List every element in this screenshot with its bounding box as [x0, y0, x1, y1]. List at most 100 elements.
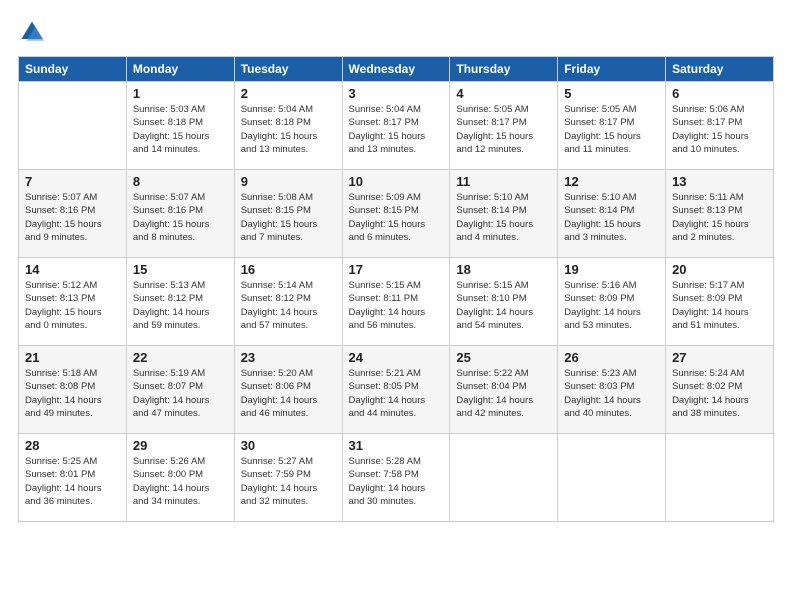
day-info: Sunrise: 5:10 AM Sunset: 8:14 PM Dayligh… [564, 191, 659, 244]
day-info: Sunrise: 5:28 AM Sunset: 7:58 PM Dayligh… [349, 455, 444, 508]
day-info: Sunrise: 5:20 AM Sunset: 8:06 PM Dayligh… [241, 367, 336, 420]
day-cell: 9 Sunrise: 5:08 AM Sunset: 8:15 PM Daylig… [234, 170, 342, 258]
day-info: Sunrise: 5:10 AM Sunset: 8:14 PM Dayligh… [456, 191, 551, 244]
day-cell [666, 434, 774, 522]
day-number: 17 [349, 262, 444, 277]
day-cell: 23 Sunrise: 5:20 AM Sunset: 8:06 PM Dayli… [234, 346, 342, 434]
day-cell: 11Sunrise: 5:10 AM Sunset: 8:14 PM Dayli… [450, 170, 558, 258]
day-cell [450, 434, 558, 522]
day-cell: 12 Sunrise: 5:10 AM Sunset: 8:14 PM Dayli… [558, 170, 666, 258]
header-cell-wednesday: Wednesday [342, 57, 450, 82]
header-cell-thursday: Thursday [450, 57, 558, 82]
day-cell: 27 Sunrise: 5:24 AM Sunset: 8:02 PM Dayli… [666, 346, 774, 434]
day-info: Sunrise: 5:12 AM Sunset: 8:13 PM Dayligh… [25, 279, 120, 332]
day-number: 4 [456, 86, 551, 101]
day-info: Sunrise: 5:07 AM Sunset: 8:16 PM Dayligh… [25, 191, 120, 244]
day-number: 13 [672, 174, 767, 189]
day-cell: 29 Sunrise: 5:26 AM Sunset: 8:00 PM Dayli… [126, 434, 234, 522]
day-cell [558, 434, 666, 522]
day-number: 28 [25, 438, 120, 453]
day-cell: 16 Sunrise: 5:14 AM Sunset: 8:12 PM Dayli… [234, 258, 342, 346]
day-cell: 21 Sunrise: 5:18 AM Sunset: 8:08 PM Dayli… [19, 346, 127, 434]
day-cell: 26Sunrise: 5:23 AM Sunset: 8:03 PM Dayli… [558, 346, 666, 434]
day-number: 21 [25, 350, 120, 365]
day-cell: 17 Sunrise: 5:15 AM Sunset: 8:11 PM Dayli… [342, 258, 450, 346]
day-info: Sunrise: 5:06 AM Sunset: 8:17 PM Dayligh… [672, 103, 767, 156]
day-cell: 3 Sunrise: 5:04 AM Sunset: 8:17 PM Daylig… [342, 82, 450, 170]
day-number: 2 [241, 86, 336, 101]
day-info: Sunrise: 5:07 AM Sunset: 8:16 PM Dayligh… [133, 191, 228, 244]
day-number: 7 [25, 174, 120, 189]
day-info: Sunrise: 5:05 AM Sunset: 8:17 PM Dayligh… [456, 103, 551, 156]
day-cell: 7 Sunrise: 5:07 AM Sunset: 8:16 PM Daylig… [19, 170, 127, 258]
page: SundayMondayTuesdayWednesdayThursdayFrid… [0, 0, 792, 612]
day-cell: 30 Sunrise: 5:27 AM Sunset: 7:59 PM Dayli… [234, 434, 342, 522]
day-number: 20 [672, 262, 767, 277]
day-number: 26 [564, 350, 659, 365]
day-info: Sunrise: 5:17 AM Sunset: 8:09 PM Dayligh… [672, 279, 767, 332]
day-info: Sunrise: 5:08 AM Sunset: 8:15 PM Dayligh… [241, 191, 336, 244]
day-info: Sunrise: 5:22 AM Sunset: 8:04 PM Dayligh… [456, 367, 551, 420]
day-info: Sunrise: 5:19 AM Sunset: 8:07 PM Dayligh… [133, 367, 228, 420]
day-number: 1 [133, 86, 228, 101]
week-row-2: 7 Sunrise: 5:07 AM Sunset: 8:16 PM Daylig… [19, 170, 774, 258]
day-info: Sunrise: 5:27 AM Sunset: 7:59 PM Dayligh… [241, 455, 336, 508]
header-cell-tuesday: Tuesday [234, 57, 342, 82]
day-number: 30 [241, 438, 336, 453]
day-cell: 20 Sunrise: 5:17 AM Sunset: 8:09 PM Dayli… [666, 258, 774, 346]
day-number: 29 [133, 438, 228, 453]
day-number: 24 [349, 350, 444, 365]
day-info: Sunrise: 5:04 AM Sunset: 8:17 PM Dayligh… [349, 103, 444, 156]
day-info: Sunrise: 5:14 AM Sunset: 8:12 PM Dayligh… [241, 279, 336, 332]
day-info: Sunrise: 5:13 AM Sunset: 8:12 PM Dayligh… [133, 279, 228, 332]
day-cell: 18Sunrise: 5:15 AM Sunset: 8:10 PM Dayli… [450, 258, 558, 346]
logo-icon [18, 18, 46, 46]
header-cell-monday: Monday [126, 57, 234, 82]
week-row-4: 21 Sunrise: 5:18 AM Sunset: 8:08 PM Dayli… [19, 346, 774, 434]
day-number: 27 [672, 350, 767, 365]
day-cell: 13 Sunrise: 5:11 AM Sunset: 8:13 PM Dayli… [666, 170, 774, 258]
day-info: Sunrise: 5:11 AM Sunset: 8:13 PM Dayligh… [672, 191, 767, 244]
week-row-1: 1 Sunrise: 5:03 AM Sunset: 8:18 PM Daylig… [19, 82, 774, 170]
day-cell: 5 Sunrise: 5:05 AM Sunset: 8:17 PM Daylig… [558, 82, 666, 170]
header-cell-sunday: Sunday [19, 57, 127, 82]
day-cell: 8 Sunrise: 5:07 AM Sunset: 8:16 PM Daylig… [126, 170, 234, 258]
day-number: 18 [456, 262, 551, 277]
day-info: Sunrise: 5:15 AM Sunset: 8:11 PM Dayligh… [349, 279, 444, 332]
day-cell: 28Sunrise: 5:25 AM Sunset: 8:01 PM Dayli… [19, 434, 127, 522]
day-number: 16 [241, 262, 336, 277]
calendar-header: SundayMondayTuesdayWednesdayThursdayFrid… [19, 57, 774, 82]
header-row: SundayMondayTuesdayWednesdayThursdayFrid… [19, 57, 774, 82]
day-number: 23 [241, 350, 336, 365]
day-cell: 22 Sunrise: 5:19 AM Sunset: 8:07 PM Dayli… [126, 346, 234, 434]
header-cell-friday: Friday [558, 57, 666, 82]
day-number: 6 [672, 86, 767, 101]
day-number: 25 [456, 350, 551, 365]
day-number: 12 [564, 174, 659, 189]
day-number: 3 [349, 86, 444, 101]
day-cell: 25 Sunrise: 5:22 AM Sunset: 8:04 PM Dayli… [450, 346, 558, 434]
day-cell: 31 Sunrise: 5:28 AM Sunset: 7:58 PM Dayli… [342, 434, 450, 522]
calendar-body: 1 Sunrise: 5:03 AM Sunset: 8:18 PM Daylig… [19, 82, 774, 522]
header [18, 18, 774, 46]
day-number: 31 [349, 438, 444, 453]
day-cell: 10 Sunrise: 5:09 AM Sunset: 8:15 PM Dayli… [342, 170, 450, 258]
day-info: Sunrise: 5:03 AM Sunset: 8:18 PM Dayligh… [133, 103, 228, 156]
day-info: Sunrise: 5:05 AM Sunset: 8:17 PM Dayligh… [564, 103, 659, 156]
day-number: 5 [564, 86, 659, 101]
day-cell: 4 Sunrise: 5:05 AM Sunset: 8:17 PM Daylig… [450, 82, 558, 170]
day-cell: 24Sunrise: 5:21 AM Sunset: 8:05 PM Dayli… [342, 346, 450, 434]
week-row-3: 14Sunrise: 5:12 AM Sunset: 8:13 PM Dayli… [19, 258, 774, 346]
day-cell: 19Sunrise: 5:16 AM Sunset: 8:09 PM Dayli… [558, 258, 666, 346]
day-info: Sunrise: 5:18 AM Sunset: 8:08 PM Dayligh… [25, 367, 120, 420]
day-number: 22 [133, 350, 228, 365]
day-cell: 1 Sunrise: 5:03 AM Sunset: 8:18 PM Daylig… [126, 82, 234, 170]
day-number: 10 [349, 174, 444, 189]
day-info: Sunrise: 5:26 AM Sunset: 8:00 PM Dayligh… [133, 455, 228, 508]
day-info: Sunrise: 5:24 AM Sunset: 8:02 PM Dayligh… [672, 367, 767, 420]
day-number: 9 [241, 174, 336, 189]
day-info: Sunrise: 5:16 AM Sunset: 8:09 PM Dayligh… [564, 279, 659, 332]
day-cell: 6 Sunrise: 5:06 AM Sunset: 8:17 PM Daylig… [666, 82, 774, 170]
day-number: 8 [133, 174, 228, 189]
day-info: Sunrise: 5:09 AM Sunset: 8:15 PM Dayligh… [349, 191, 444, 244]
